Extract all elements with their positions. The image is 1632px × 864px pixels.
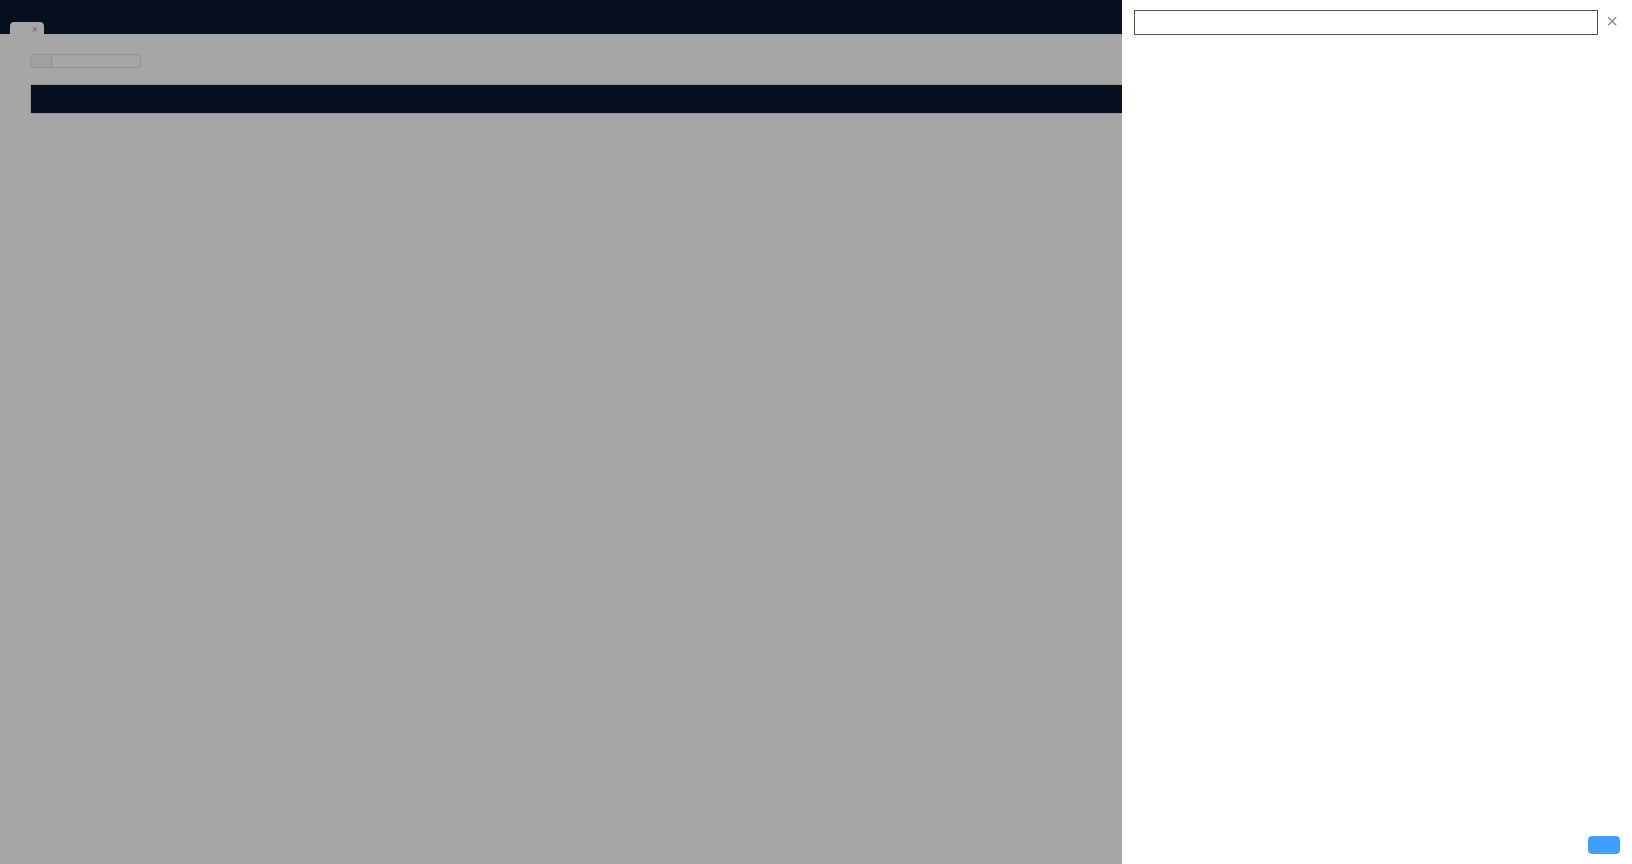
close-icon[interactable]: × <box>1604 11 1620 34</box>
add-activity-button[interactable] <box>1588 836 1620 854</box>
side-panel: × <box>1122 0 1632 864</box>
panel-date-input[interactable] <box>1134 10 1598 35</box>
